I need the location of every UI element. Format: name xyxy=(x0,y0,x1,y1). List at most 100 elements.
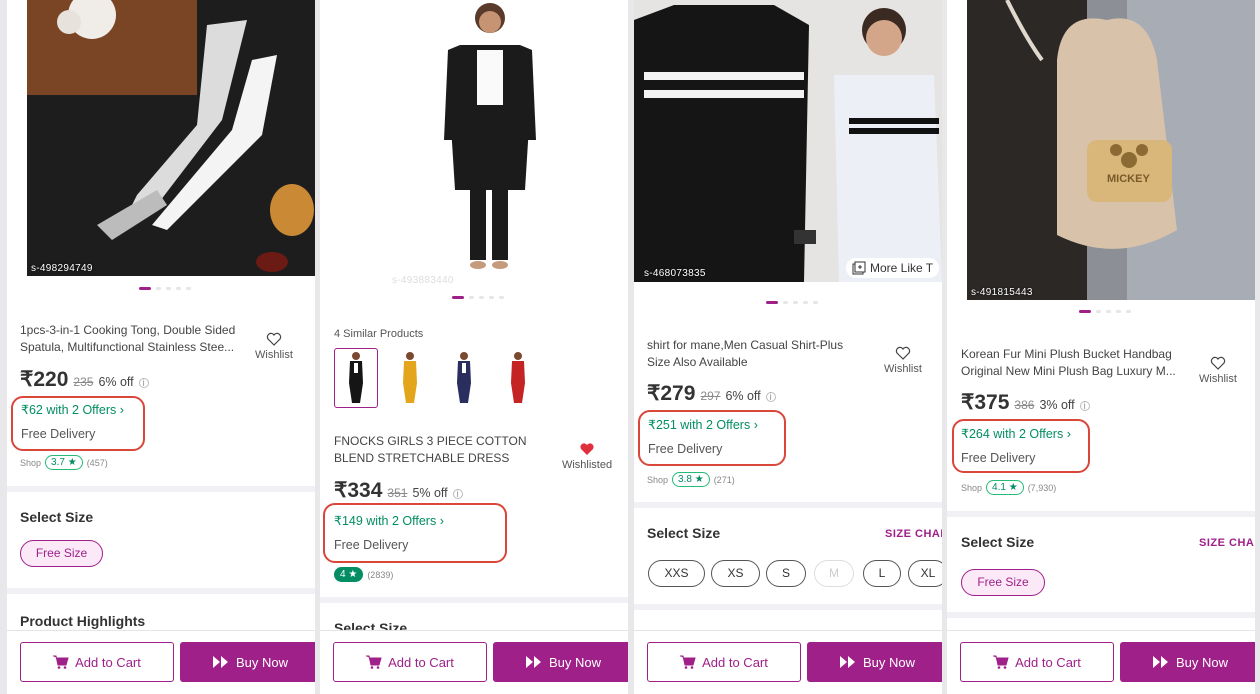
cart-icon xyxy=(680,655,696,669)
rating-row: 4 ★ (2839) xyxy=(334,567,393,582)
buy-now-button[interactable]: Buy Now xyxy=(493,642,628,682)
info-icon[interactable]: i xyxy=(452,489,463,500)
sku-id: s-468073835 xyxy=(644,268,706,279)
rating-badge: 4.1 ★ xyxy=(986,480,1024,495)
wishlist-button[interactable]: Wishlist xyxy=(876,345,930,375)
current-price: ₹279 xyxy=(647,382,696,405)
add-to-cart-button[interactable]: Add to Cart xyxy=(20,642,174,682)
similar-product-thumb[interactable] xyxy=(496,348,540,408)
size-option-xxs[interactable]: XXS xyxy=(648,560,705,587)
review-count: (2839) xyxy=(367,569,394,580)
divider xyxy=(7,588,315,594)
bottom-action-bar: Add to Cart Buy Now xyxy=(7,630,315,694)
discount: 5% off xyxy=(412,486,448,500)
rating-badge: 4 ★ xyxy=(334,567,364,582)
select-size-heading: Select Size xyxy=(961,534,1035,550)
similar-products-label: 4 Similar Products xyxy=(334,328,424,340)
buy-now-button[interactable]: Buy Now xyxy=(807,642,942,682)
divider xyxy=(947,612,1255,618)
add-to-cart-button[interactable]: Add to Cart xyxy=(333,642,487,682)
review-count: (271) xyxy=(713,474,735,485)
product-image[interactable]: s-493883440 xyxy=(320,0,628,300)
rating-badge: 3.7 ★ xyxy=(45,455,83,470)
size-chart-link[interactable]: SIZE CHAI xyxy=(1199,537,1255,549)
wishlist-button[interactable]: Wishlisted xyxy=(560,441,614,471)
select-size-heading: Select Size xyxy=(647,525,721,541)
image-carousel-dots[interactable] xyxy=(766,301,818,304)
sku-id: s-498294749 xyxy=(31,263,93,274)
current-price: ₹334 xyxy=(334,479,383,502)
wishlist-label: Wishlist xyxy=(884,363,922,375)
more-like-label: More Like T xyxy=(870,261,934,275)
similar-product-thumb[interactable] xyxy=(334,348,378,408)
add-to-cart-label: Add to Cart xyxy=(702,654,768,670)
size-option-xl[interactable]: XL xyxy=(908,560,942,587)
heart-outline-icon xyxy=(266,332,282,346)
price-row: ₹334 351 5% off i xyxy=(334,478,463,503)
size-chart-link[interactable]: SIZE CHAI xyxy=(885,528,942,540)
divider xyxy=(634,502,942,508)
add-to-cart-button[interactable]: Add to Cart xyxy=(960,642,1114,682)
current-price: ₹220 xyxy=(20,368,69,391)
buy-now-button[interactable]: Buy Now xyxy=(1120,642,1255,682)
product-panel-dress: s-493883440 4 Similar Products FNOCKS GI… xyxy=(320,0,628,694)
wishlist-button[interactable]: Wishlist xyxy=(1191,355,1245,385)
sku-id: s-491815443 xyxy=(971,287,1033,298)
bag-brand-text: MICKEY xyxy=(1107,173,1150,185)
divider xyxy=(947,511,1255,517)
double-chevron-icon xyxy=(212,656,228,668)
image-carousel-dots[interactable] xyxy=(452,296,504,299)
price-row: ₹220 235 6% off i xyxy=(20,367,149,392)
price-row: ₹279 297 6% off i xyxy=(647,381,776,406)
add-to-cart-button[interactable]: Add to Cart xyxy=(647,642,801,682)
buy-now-button[interactable]: Buy Now xyxy=(180,642,315,682)
divider xyxy=(320,597,628,603)
product-title: 1pcs-3-in-1 Cooking Tong, Double Sided S… xyxy=(20,323,236,354)
double-chevron-icon xyxy=(1152,656,1168,668)
info-icon[interactable]: i xyxy=(765,392,776,403)
size-option-m[interactable]: M xyxy=(814,560,854,587)
image-carousel-dots[interactable] xyxy=(139,287,191,290)
cart-icon xyxy=(53,655,69,669)
divider xyxy=(634,604,942,610)
review-count: (457) xyxy=(86,457,108,468)
shop-label: Shop xyxy=(20,457,42,468)
heart-outline-icon xyxy=(1210,356,1226,370)
image-carousel-dots[interactable] xyxy=(1079,310,1131,313)
discount: 6% off xyxy=(725,389,761,403)
wishlist-label: Wishlist xyxy=(1199,373,1237,385)
bottom-action-bar: Add to Cart Buy Now xyxy=(947,630,1255,694)
size-option[interactable]: Free Size xyxy=(20,540,103,567)
sku-id: s-493883440 xyxy=(392,275,454,286)
size-option-xs[interactable]: XS xyxy=(711,560,760,587)
info-icon[interactable]: i xyxy=(1079,401,1090,412)
product-image[interactable]: MICKEY s-491815443 xyxy=(947,0,1255,305)
original-price: 297 xyxy=(700,389,721,403)
buy-now-label: Buy Now xyxy=(1175,654,1229,670)
more-like-this-button[interactable]: More Like T xyxy=(846,258,940,278)
wishlist-button[interactable]: Wishlist xyxy=(247,331,301,361)
size-option-l[interactable]: L xyxy=(863,560,901,587)
rating-badge: 3.8 ★ xyxy=(672,472,710,487)
rating-row: Shop 3.8 ★ (271) xyxy=(647,472,735,487)
product-panel-tong: s-498294749 1pcs-3-in-1 Cooking Tong, Do… xyxy=(7,0,315,694)
highlight-circle xyxy=(323,503,507,563)
size-option-s[interactable]: S xyxy=(766,560,806,587)
highlight-circle xyxy=(952,419,1090,473)
similar-product-thumb[interactable] xyxy=(442,348,486,408)
product-image[interactable]: s-468073835 More Like T xyxy=(634,0,942,290)
product-panel-shirt: s-468073835 More Like T shirt for mane,M… xyxy=(634,0,942,694)
highlight-circle xyxy=(638,410,786,466)
cart-icon xyxy=(993,655,1009,669)
review-count: (7,930) xyxy=(1027,482,1057,493)
similar-items-icon xyxy=(852,261,866,275)
add-to-cart-label: Add to Cart xyxy=(1015,654,1081,670)
similar-product-thumb[interactable] xyxy=(388,348,432,408)
shop-label: Shop xyxy=(961,482,983,493)
size-option[interactable]: Free Size xyxy=(961,569,1045,596)
current-price: ₹375 xyxy=(961,391,1010,414)
price-row: ₹375 386 3% off i xyxy=(961,390,1090,415)
add-to-cart-label: Add to Cart xyxy=(75,654,141,670)
info-icon[interactable]: i xyxy=(138,378,149,389)
product-image[interactable]: s-498294749 xyxy=(7,0,315,290)
